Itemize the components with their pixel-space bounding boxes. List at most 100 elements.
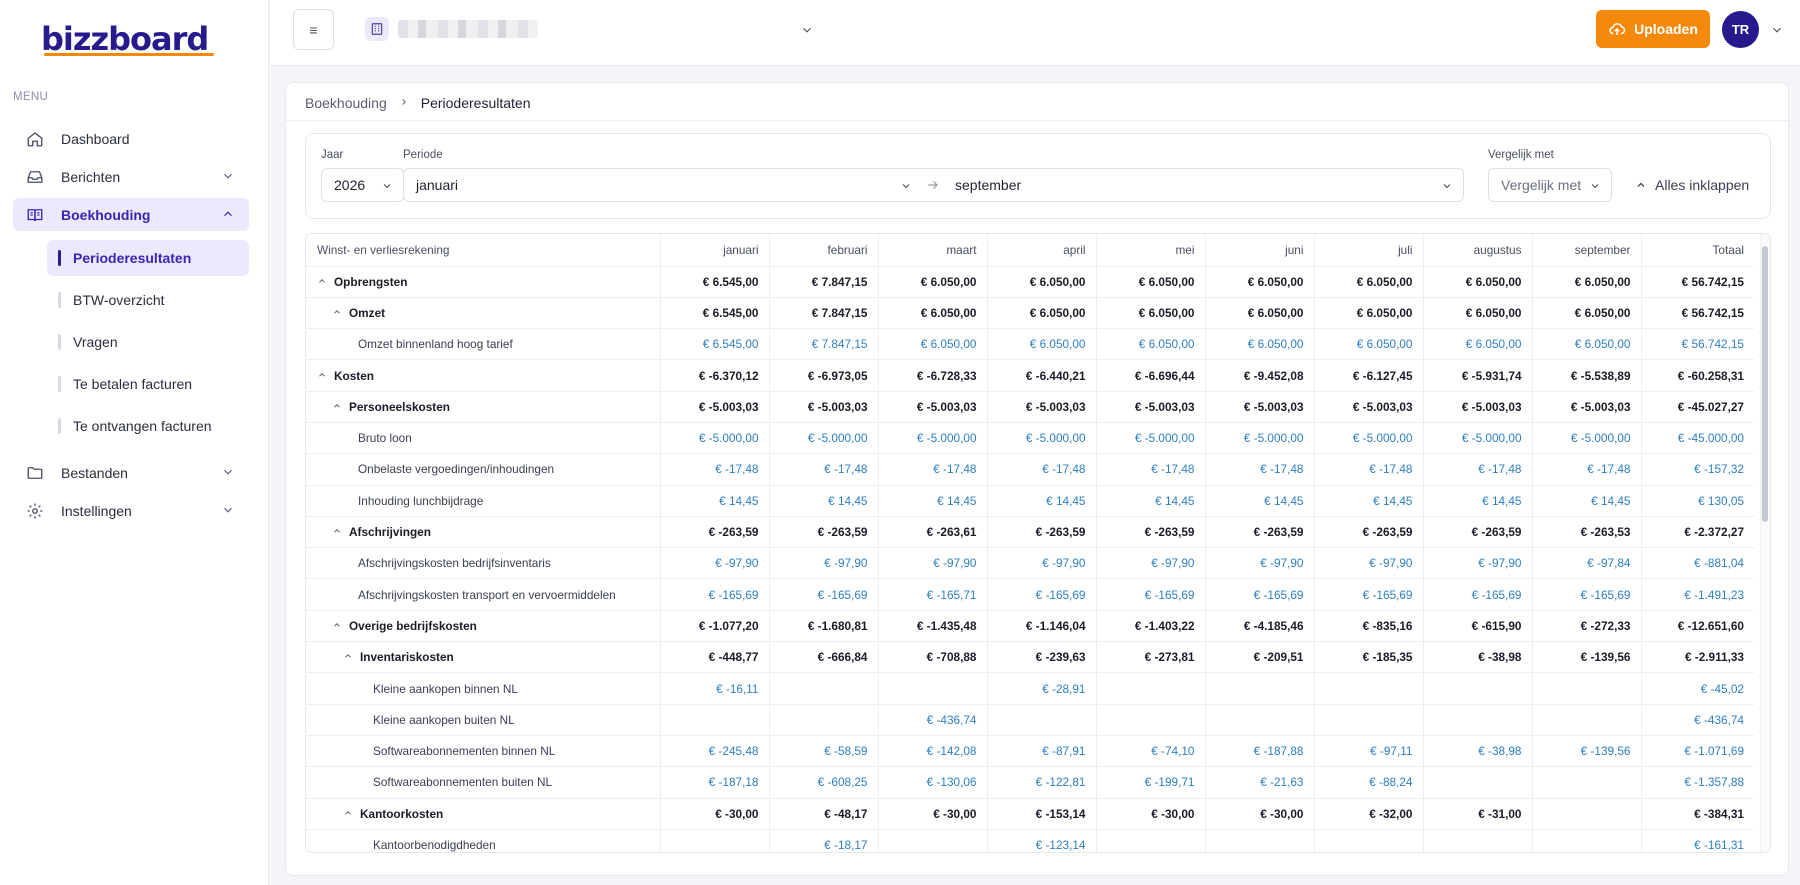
value-cell[interactable]: € -5.000,00 bbox=[1422, 422, 1532, 455]
upload-button[interactable]: Uploaden bbox=[1596, 10, 1710, 48]
table-group-row[interactable]: Afschrijvingen € -263,59 € -263,59 € -263,6… bbox=[306, 516, 1754, 549]
value-cell[interactable]: € -5.000,00 bbox=[986, 422, 1096, 455]
chevron-up-icon[interactable] bbox=[343, 808, 353, 821]
value-cell[interactable]: € 6.050,00 bbox=[1095, 328, 1205, 361]
table-group-row[interactable]: Personeelskosten € -5.003,03 € -5.003,03 € … bbox=[306, 391, 1754, 423]
table-group-row[interactable]: Omzet € 6.545,00 € 7.847,15 € 6.050,00 € 6.0… bbox=[306, 297, 1754, 330]
value-cell[interactable]: € -165,69 bbox=[986, 578, 1096, 611]
value-cell[interactable]: € -165,69 bbox=[1422, 578, 1532, 611]
sidebar-item-instellingen[interactable]: Instellingen bbox=[13, 494, 249, 527]
value-cell[interactable]: € 14,45 bbox=[986, 485, 1096, 517]
value-cell[interactable]: € 14,45 bbox=[1204, 485, 1314, 517]
value-cell[interactable]: € -5.000,00 bbox=[659, 422, 769, 455]
breadcrumb-parent[interactable]: Boekhouding bbox=[305, 95, 387, 111]
year-select[interactable]: 2026 bbox=[321, 168, 404, 202]
value-cell[interactable]: € 14,45 bbox=[1313, 485, 1423, 517]
value-cell[interactable]: € -88,24 bbox=[1313, 766, 1423, 799]
sidebar-subitem-vragen[interactable]: Vragen bbox=[47, 324, 249, 360]
value-cell[interactable]: € -97,90 bbox=[877, 547, 987, 580]
chevron-down-icon[interactable] bbox=[1770, 23, 1784, 40]
sidebar-subitem-te-betalen-facturen[interactable]: Te betalen facturen bbox=[47, 366, 249, 402]
value-cell[interactable]: € -18,17 bbox=[768, 829, 878, 852]
sidebar-subitem-btw-overzicht[interactable]: BTW-overzicht bbox=[47, 282, 249, 318]
table-group-row[interactable]: Inventariskosten € -448,77 € -666,84 € -708… bbox=[306, 641, 1754, 674]
value-cell[interactable]: € 6.050,00 bbox=[1204, 328, 1314, 361]
value-cell[interactable]: € -74,10 bbox=[1095, 735, 1205, 768]
chevron-up-icon[interactable] bbox=[332, 526, 342, 539]
sidebar-item-berichten[interactable]: Berichten bbox=[13, 160, 249, 193]
value-cell[interactable]: € -165,69 bbox=[1531, 578, 1641, 611]
value-cell[interactable]: € 14,45 bbox=[768, 485, 878, 517]
value-cell[interactable]: € 6.545,00 bbox=[659, 328, 769, 361]
chevron-up-icon[interactable] bbox=[332, 307, 342, 320]
value-cell[interactable]: € -97,84 bbox=[1531, 547, 1641, 580]
organization-name-redacted[interactable] bbox=[398, 20, 538, 38]
total-cell[interactable]: € -161,31 bbox=[1640, 829, 1754, 852]
value-cell[interactable]: € -21,63 bbox=[1204, 766, 1314, 799]
value-cell[interactable]: € 6.050,00 bbox=[1531, 328, 1641, 361]
value-cell[interactable]: € -5.000,00 bbox=[768, 422, 878, 455]
value-cell[interactable]: € 6.050,00 bbox=[1313, 328, 1423, 361]
avatar[interactable]: TR bbox=[1722, 11, 1759, 48]
total-cell[interactable]: € -157,32 bbox=[1640, 453, 1754, 486]
period-range-select[interactable]: januari september bbox=[403, 168, 1464, 202]
table-group-row[interactable]: Overige bedrijfskosten € -1.077,20 € -1.68… bbox=[306, 610, 1754, 643]
chevron-up-icon[interactable] bbox=[317, 370, 327, 383]
period-from-value[interactable]: januari bbox=[416, 177, 458, 193]
value-cell[interactable]: € -38,98 bbox=[1422, 735, 1532, 768]
value-cell[interactable]: € 14,45 bbox=[1422, 485, 1532, 517]
value-cell[interactable]: € 7.847,15 bbox=[768, 328, 878, 361]
value-cell[interactable]: € -97,90 bbox=[1313, 547, 1423, 580]
value-cell[interactable]: € -187,88 bbox=[1204, 735, 1314, 768]
value-cell[interactable]: € -5.000,00 bbox=[1313, 422, 1423, 455]
chevron-up-icon[interactable] bbox=[332, 620, 342, 633]
table-group-row[interactable]: Kantoorkosten € -30,00 € -48,17 € -30,00 € -… bbox=[306, 798, 1754, 830]
value-cell[interactable]: € -436,74 bbox=[877, 704, 987, 736]
value-cell[interactable]: € -97,90 bbox=[659, 547, 769, 580]
value-cell[interactable]: € -97,90 bbox=[768, 547, 878, 580]
value-cell[interactable]: € -5.000,00 bbox=[877, 422, 987, 455]
value-cell[interactable]: € -139,56 bbox=[1531, 735, 1641, 768]
chevron-up-icon[interactable] bbox=[332, 401, 342, 414]
chevron-down-icon[interactable] bbox=[900, 179, 912, 195]
value-cell[interactable]: € 14,45 bbox=[659, 485, 769, 517]
total-cell[interactable]: € -436,74 bbox=[1640, 704, 1754, 736]
menu-toggle-button[interactable]: ≡ bbox=[293, 9, 334, 50]
value-cell[interactable]: € 14,45 bbox=[877, 485, 987, 517]
value-cell[interactable]: € -17,48 bbox=[659, 453, 769, 486]
value-cell[interactable]: € -16,11 bbox=[659, 672, 769, 705]
value-cell[interactable]: € -97,90 bbox=[1422, 547, 1532, 580]
chevron-up-icon[interactable] bbox=[343, 651, 353, 664]
value-cell[interactable]: € -17,48 bbox=[986, 453, 1096, 486]
value-cell[interactable]: € -17,48 bbox=[1531, 453, 1641, 486]
value-cell[interactable]: € -123,14 bbox=[986, 829, 1096, 852]
total-cell[interactable]: € -45.000,00 bbox=[1640, 422, 1754, 455]
total-cell[interactable]: € -1.357,88 bbox=[1640, 766, 1754, 799]
value-cell[interactable]: € -97,11 bbox=[1313, 735, 1423, 768]
total-cell[interactable]: € 56.742,15 bbox=[1640, 328, 1754, 361]
value-cell[interactable]: € -5.000,00 bbox=[1531, 422, 1641, 455]
value-cell[interactable]: € -17,48 bbox=[1204, 453, 1314, 486]
value-cell[interactable]: € 14,45 bbox=[1531, 485, 1641, 517]
value-cell[interactable]: € -165,69 bbox=[1204, 578, 1314, 611]
chevron-down-icon[interactable] bbox=[800, 23, 814, 40]
total-cell[interactable]: € -45,02 bbox=[1640, 672, 1754, 705]
value-cell[interactable]: € -97,90 bbox=[1204, 547, 1314, 580]
table-group-row[interactable]: Opbrengsten € 6.545,00 € 7.847,15 € 6.050,0… bbox=[306, 266, 1754, 298]
value-cell[interactable]: € -5.000,00 bbox=[1095, 422, 1205, 455]
chevron-up-icon[interactable] bbox=[317, 276, 327, 289]
total-cell[interactable]: € -1.071,69 bbox=[1640, 735, 1754, 768]
compare-select[interactable]: Vergelijk met bbox=[1488, 168, 1612, 202]
value-cell[interactable]: € -122,81 bbox=[986, 766, 1096, 799]
value-cell[interactable]: € -17,48 bbox=[768, 453, 878, 486]
value-cell[interactable]: € -142,08 bbox=[877, 735, 987, 768]
sidebar-item-boekhouding[interactable]: Boekhouding bbox=[13, 198, 249, 231]
value-cell[interactable]: € -187,18 bbox=[659, 766, 769, 799]
total-cell[interactable]: € -881,04 bbox=[1640, 547, 1754, 580]
sidebar-subitem-te-ontvangen-facturen[interactable]: Te ontvangen facturen bbox=[47, 408, 249, 444]
sidebar-item-bestanden[interactable]: Bestanden bbox=[13, 456, 249, 489]
value-cell[interactable]: € -97,90 bbox=[986, 547, 1096, 580]
value-cell[interactable]: € 6.050,00 bbox=[986, 328, 1096, 361]
value-cell[interactable]: € 6.050,00 bbox=[1422, 328, 1532, 361]
value-cell[interactable]: € -28,91 bbox=[986, 672, 1096, 705]
